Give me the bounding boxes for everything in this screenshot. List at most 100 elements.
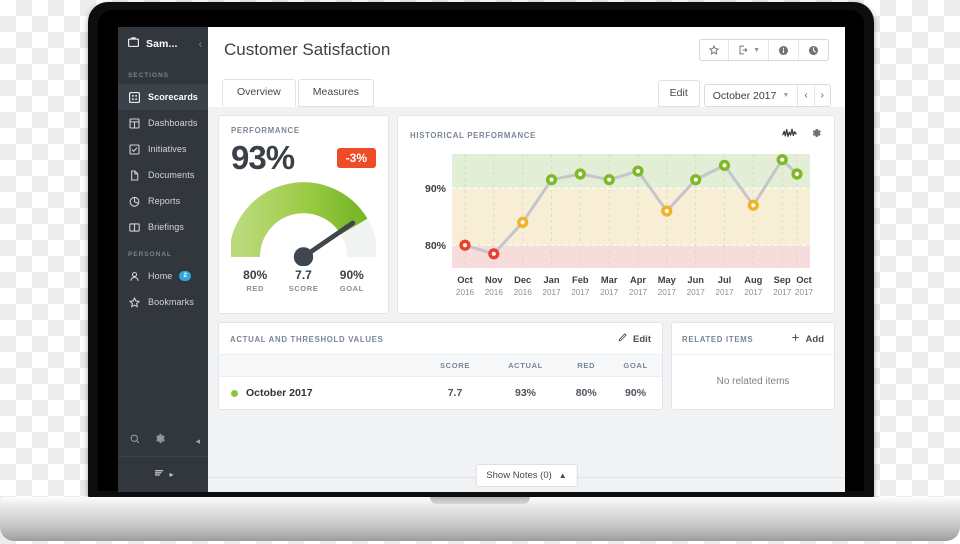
historical-chart: 90% 80% Oct Nov Dec Jan Feb Mar Apr May … <box>410 150 822 305</box>
x-tick-month: Jun <box>687 275 704 285</box>
sidebar-item-initiatives[interactable]: Initiatives <box>118 136 208 162</box>
sidebar-item-label: Documents <box>148 170 195 180</box>
x-tick-month: Apr <box>630 275 646 285</box>
info-icon[interactable] <box>768 40 798 60</box>
edit-button[interactable]: Edit <box>657 80 700 107</box>
search-icon[interactable] <box>129 432 141 450</box>
pencil-icon <box>617 332 628 346</box>
person-icon <box>128 270 141 283</box>
sidebar-item-label: Reports <box>148 196 181 206</box>
gear-icon[interactable] <box>153 432 166 450</box>
related-items-card: RELATED ITEMS Add No related items <box>671 322 835 410</box>
sidebar-item-label: Briefings <box>148 222 184 232</box>
x-tick-year: 2016 <box>485 288 504 297</box>
actual-threshold-card: ACTUAL AND THRESHOLD VALUES Edit SCORE A… <box>218 322 663 410</box>
table-row[interactable]: October 2017 7.7 93% 80% 90% <box>219 377 662 410</box>
menu-list-icon <box>152 466 166 484</box>
x-tick-month: Sep <box>774 275 791 285</box>
gauge-score-label: SCORE <box>288 284 319 293</box>
x-tick-month: Mar <box>601 275 618 285</box>
period-selector: October 2017 ▼ ‹ › <box>703 84 831 107</box>
sidebar-item-home[interactable]: Home 2 <box>118 263 208 289</box>
caret-down-icon: ▼ <box>753 46 760 54</box>
period-next-button[interactable]: › <box>813 85 830 106</box>
performance-card-title: PERFORMANCE <box>231 126 300 135</box>
sidebar-item-bookmarks[interactable]: Bookmarks <box>118 289 208 315</box>
performance-delta-badge: -3% <box>336 147 376 168</box>
gauge-goal-value: 90% <box>339 268 364 282</box>
scorecard-grid-icon <box>128 91 141 104</box>
x-tick-year: 2017 <box>687 288 706 297</box>
historical-card-title: HISTORICAL PERFORMANCE <box>410 130 537 140</box>
sidebar-item-documents[interactable]: Documents <box>118 162 208 188</box>
sidebar-item-label: Scorecards <box>148 92 199 102</box>
home-badge-count: 2 <box>179 270 192 282</box>
period-prev-button[interactable]: ‹ <box>797 85 813 106</box>
related-items-empty: No related items <box>672 354 834 408</box>
related-items-add-button[interactable]: Add <box>790 332 824 346</box>
checkbox-icon <box>128 143 141 156</box>
sidebar-item-scorecards[interactable]: Scorecards <box>118 84 208 110</box>
top-bar: Customer Satisfaction ▼ <box>208 27 845 73</box>
x-tick-month: Aug <box>744 275 762 285</box>
col-red: RED <box>563 354 610 377</box>
x-tick-year: 2017 <box>744 288 763 297</box>
tab-measures[interactable]: Measures <box>297 79 374 107</box>
star-icon <box>128 296 141 309</box>
x-tick-month: Feb <box>572 275 589 285</box>
gauge-red-threshold: 80% RED <box>231 268 279 293</box>
sidebar-section-label-sections: SECTIONS <box>128 72 169 79</box>
x-tick-year: 2017 <box>658 288 677 297</box>
historical-header: HISTORICAL PERFORMANCE <box>410 126 822 144</box>
app-screen: Sam... ‹ SECTIONS Scorecards Dashboards <box>118 27 845 492</box>
sidebar-footer-toggle[interactable]: ▸ <box>118 456 208 492</box>
tab-overview[interactable]: Overview <box>222 79 296 107</box>
col-name <box>219 354 423 377</box>
svg-text:80%: 80% <box>425 240 447 252</box>
sidebar-item-dashboards[interactable]: Dashboards <box>118 110 208 136</box>
row-score: 7.7 <box>447 387 463 399</box>
col-actual: ACTUAL <box>487 354 564 377</box>
sidebar-item-briefings[interactable]: Briefings <box>118 214 208 240</box>
actual-threshold-header: ACTUAL AND THRESHOLD VALUES Edit <box>219 323 662 354</box>
workspace-name: Sam... <box>146 38 178 50</box>
x-tick-year: 2016 <box>514 288 533 297</box>
sidebar-item-reports[interactable]: Reports <box>118 188 208 214</box>
x-tick-month: Jul <box>718 275 731 285</box>
workspace-switcher[interactable]: Sam... ‹ <box>118 27 208 61</box>
x-tick-year: 2017 <box>571 288 590 297</box>
actual-threshold-edit-button[interactable]: Edit <box>617 332 651 346</box>
row-red: 80% <box>575 387 597 399</box>
sparkline-icon[interactable] <box>782 126 797 144</box>
document-icon <box>128 169 141 182</box>
period-value: October 2017 <box>712 89 777 102</box>
history-clock-icon[interactable] <box>798 40 828 60</box>
show-notes-button[interactable]: Show Notes (0) ▲ <box>475 464 578 487</box>
briefcase-icon <box>127 35 140 53</box>
plus-icon <box>790 332 801 346</box>
related-items-header: RELATED ITEMS Add <box>672 323 834 354</box>
x-tick-month: Oct <box>457 275 473 285</box>
related-items-title: RELATED ITEMS <box>682 334 754 344</box>
row-name-cell: October 2017 <box>219 377 422 410</box>
caret-down-icon: ▼ <box>782 92 790 99</box>
status-dot-icon <box>231 389 238 397</box>
historical-header-icons <box>782 126 822 144</box>
gear-icon[interactable] <box>810 126 822 144</box>
gauge-chart <box>231 182 376 266</box>
export-icon[interactable]: ▼ <box>728 40 768 60</box>
x-tick-month: Jan <box>543 275 559 285</box>
favorite-star-icon[interactable] <box>700 40 728 60</box>
main-area: Customer Satisfaction ▼ Overview Measure… <box>208 27 845 492</box>
gauge-goal: 90% GOAL <box>328 268 376 293</box>
x-tick-year: 2017 <box>629 288 648 297</box>
historical-performance-card: HISTORICAL PERFORMANCE 90% 80% Oct Nov D… <box>397 115 835 314</box>
sidebar-section-label-personal: PERSONAL <box>128 251 172 258</box>
sidebar-item-label: Bookmarks <box>148 297 194 307</box>
chevron-left-icon[interactable]: ‹ <box>199 39 202 50</box>
period-dropdown[interactable]: October 2017 ▼ <box>705 90 798 102</box>
x-tick-year: 2017 <box>715 288 734 297</box>
gauge-red-label: RED <box>246 284 264 293</box>
collapse-arrow-icon[interactable]: ◂ <box>195 436 200 447</box>
